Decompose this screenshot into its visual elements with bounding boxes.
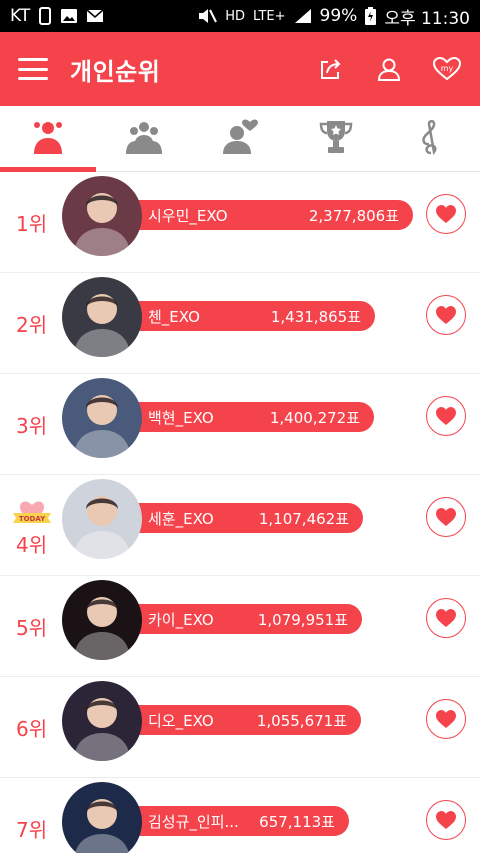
vote-heart-button[interactable] (426, 598, 466, 638)
heart-icon (436, 205, 456, 223)
trophy-icon (317, 119, 355, 159)
ranking-row[interactable]: 3위 백현_EXO 1,400,272표 (0, 374, 480, 475)
hd-label: HD (225, 8, 246, 24)
my-heart-icon[interactable]: my (432, 54, 462, 84)
ranking-row[interactable]: 5위 카이_EXO 1,079,951표 (0, 576, 480, 677)
page-title: 개인순위 (70, 57, 161, 86)
vote-heart-button[interactable] (426, 295, 466, 335)
vote-bar: 시우민_EXO 2,377,806표 (100, 200, 413, 230)
crowd-ranking-icon (124, 119, 164, 159)
share-icon[interactable] (316, 54, 346, 84)
my-label: my (441, 64, 454, 73)
artist-name: 백현_EXO (148, 408, 214, 427)
tab-music[interactable] (384, 106, 480, 171)
rank-number: 5위 (16, 616, 48, 640)
vote-heart-button[interactable] (426, 800, 466, 840)
vote-heart-button[interactable] (426, 699, 466, 739)
tab-group-ranking[interactable] (0, 106, 96, 172)
vote-count: 1,431,865표 (270, 307, 361, 326)
avatar[interactable] (62, 176, 142, 256)
vote-count: 657,113표 (259, 812, 335, 831)
vote-heart-button[interactable] (426, 396, 466, 436)
heart-icon (436, 811, 456, 829)
battery-icon (365, 7, 377, 25)
artist-name: 시우민_EXO (148, 206, 228, 225)
avatar[interactable] (62, 681, 142, 761)
person-heart-icon (221, 119, 259, 159)
avatar[interactable] (62, 479, 142, 559)
mail-icon (86, 9, 104, 23)
tab-person-heart[interactable] (192, 106, 288, 171)
device-icon (38, 7, 52, 25)
rank-number: 3위 (16, 414, 48, 438)
today-badge-icon: TODAY (13, 501, 51, 523)
gallery-icon (60, 8, 78, 24)
vote-count: 1,107,462표 (258, 509, 349, 528)
artist-name: 세훈_EXO (148, 509, 214, 528)
heart-icon (436, 508, 456, 526)
artist-name: 첸_EXO (148, 307, 200, 326)
vote-count: 1,400,272표 (269, 408, 360, 427)
vote-count: 1,055,671표 (256, 711, 347, 730)
network-label: LTE+ (253, 8, 286, 24)
avatar[interactable] (62, 580, 142, 660)
ranking-row[interactable]: 6위 디오_EXO 1,055,671표 (0, 677, 480, 778)
heart-icon (436, 407, 456, 425)
artist-name: 디오_EXO (148, 711, 214, 730)
signal-icon (294, 8, 312, 24)
heart-icon (436, 609, 456, 627)
tab-trophy[interactable] (288, 106, 384, 171)
hamburger-menu-icon[interactable] (18, 58, 48, 80)
ranking-row[interactable]: TODAY 4위 세훈_EXO 1,107,462표 (0, 475, 480, 576)
ranking-row[interactable]: 7위 김성규_인피... 657,113표 (0, 778, 480, 853)
artist-name: 김성규_인피... (148, 812, 239, 831)
rank-number: 4위 (16, 533, 48, 557)
music-note-icon (417, 119, 447, 159)
rank-number: 7위 (16, 818, 48, 842)
ranking-row[interactable]: 2위 첸_EXO 1,431,865표 (0, 273, 480, 374)
avatar[interactable] (62, 782, 142, 853)
ranking-list: 1위 시우민_EXO 2,377,806표 2위 첸_EXO 1,431,865표 3위 백현… (0, 172, 480, 853)
app-header: 개인순위 my (0, 32, 480, 106)
today-badge-label: TODAY (19, 515, 46, 523)
profile-icon[interactable] (374, 54, 404, 84)
vote-count: 2,377,806표 (308, 206, 399, 225)
ranking-tabs (0, 106, 480, 172)
vote-count: 1,079,951표 (257, 610, 348, 629)
mute-icon (197, 7, 218, 25)
heart-icon (436, 306, 456, 324)
group-ranking-icon (29, 119, 67, 159)
ranking-row[interactable]: 1위 시우민_EXO 2,377,806표 (0, 172, 480, 273)
heart-icon (436, 710, 456, 728)
vote-heart-button[interactable] (426, 497, 466, 537)
avatar[interactable] (62, 378, 142, 458)
rank-number: 1위 (16, 212, 48, 236)
rank-number: 6위 (16, 717, 48, 741)
battery-label: 99% (319, 6, 358, 26)
status-bar: KT HD LTE+ 99% 오후 11:30 (0, 0, 480, 32)
carrier-label: KT (10, 6, 31, 26)
rank-number: 2위 (16, 313, 48, 337)
vote-heart-button[interactable] (426, 194, 466, 234)
clock: 오후 11:30 (384, 8, 470, 29)
avatar[interactable] (62, 277, 142, 357)
tab-crowd-ranking[interactable] (96, 106, 192, 171)
artist-name: 카이_EXO (148, 610, 214, 629)
